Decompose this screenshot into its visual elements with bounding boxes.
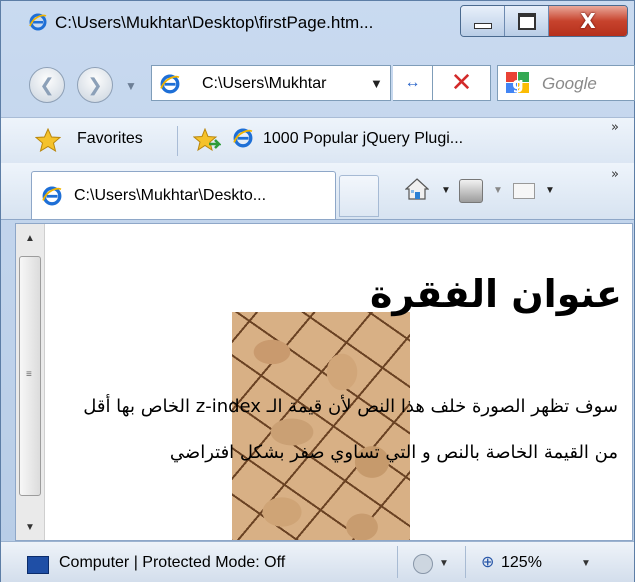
tab-active[interactable]: C:\Users\Mukhtar\Deskto... — [31, 171, 336, 219]
page-content: عنوان الفقرة سوف تظهر الصورة خلف هذا الن… — [46, 224, 632, 540]
svg-text:g: g — [512, 74, 523, 93]
forward-button[interactable]: ❯ — [77, 67, 113, 103]
home-icon[interactable] — [405, 177, 429, 201]
mail-dropdown-icon[interactable]: ▼ — [545, 185, 555, 196]
favorite-link[interactable]: 1000 Popular jQuery Plugi... — [263, 130, 463, 148]
refresh-button[interactable]: ↔ — [393, 65, 433, 101]
stop-button[interactable]: ✕ — [433, 65, 491, 101]
ie-icon — [42, 186, 62, 206]
close-icon: X — [580, 9, 596, 33]
security-icon[interactable] — [413, 554, 433, 574]
favorites-star-icon[interactable] — [35, 128, 61, 152]
rss-feed-icon[interactable] — [459, 179, 483, 203]
grip-icon: ≡ — [26, 369, 32, 380]
google-icon: g — [506, 72, 529, 93]
forward-arrow-icon: ❯ — [87, 74, 103, 95]
ie-icon — [29, 13, 47, 31]
scroll-up-icon[interactable]: ▲ — [16, 224, 44, 252]
more-chevron-icon[interactable]: » — [611, 120, 619, 135]
maximize-icon — [517, 12, 536, 30]
favorites-bar: Favorites 1000 Popular jQuery Plugi... » — [1, 117, 634, 164]
ie-icon — [160, 74, 180, 94]
toolbar-divider — [177, 126, 178, 156]
minimize-button[interactable] — [461, 6, 505, 36]
back-arrow-icon: ❮ — [39, 74, 55, 95]
security-dropdown-icon[interactable]: ▼ — [439, 558, 449, 569]
mail-icon[interactable] — [513, 183, 535, 199]
zoom-dropdown-icon[interactable]: ▼ — [581, 558, 591, 569]
browser-window: C:\Users\Mukhtar\Desktop\firstPage.htm..… — [0, 0, 635, 582]
status-bar: Computer | Protected Mode: Off ▼ ⊕ 125% … — [1, 541, 634, 582]
window-title: C:\Users\Mukhtar\Desktop\firstPage.htm..… — [55, 13, 374, 32]
feed-dropdown-icon[interactable]: ▼ — [493, 185, 503, 196]
paragraph-text: سوف تظهر الصورة خلف هذا النص لأن قيمة ال… — [83, 396, 618, 463]
scroll-down-icon[interactable]: ▼ — [16, 514, 44, 540]
refresh-icon: ↔ — [404, 74, 421, 91]
title-bar[interactable]: C:\Users\Mukhtar\Desktop\firstPage.htm..… — [1, 1, 634, 47]
search-input[interactable]: Google — [542, 74, 597, 94]
minimize-icon — [473, 23, 492, 29]
stop-icon: ✕ — [450, 68, 473, 98]
back-button[interactable]: ❮ — [29, 67, 65, 103]
security-zone-text[interactable]: Computer | Protected Mode: Off — [59, 554, 285, 572]
add-to-favorites-icon[interactable] — [193, 128, 221, 152]
favorites-button[interactable]: Favorites — [77, 130, 143, 148]
scroll-thumb[interactable]: ≡ — [19, 256, 41, 496]
close-button[interactable]: X — [549, 6, 627, 36]
paragraph-heading: عنوان الفقرة — [369, 272, 622, 316]
recent-pages-dropdown[interactable]: ▼ — [125, 79, 137, 93]
more-tools-chevron-icon[interactable]: » — [611, 167, 619, 182]
home-dropdown-icon[interactable]: ▼ — [441, 185, 451, 196]
zoom-icon[interactable]: ⊕ — [481, 552, 494, 572]
maximize-button[interactable] — [505, 6, 549, 36]
address-dropdown-icon[interactable]: ▼ — [370, 76, 383, 91]
address-input[interactable]: C:\Users\Mukhtar — [202, 75, 352, 93]
ie-icon — [233, 128, 253, 148]
zoom-level[interactable]: 125% — [501, 554, 542, 572]
computer-icon — [27, 556, 49, 574]
tab-label: C:\Users\Mukhtar\Deskto... — [74, 187, 267, 204]
tab-bar: C:\Users\Mukhtar\Deskto... ▼ ▼ ▼ » — [1, 163, 634, 220]
status-divider — [397, 546, 398, 578]
caption-buttons: X — [460, 5, 628, 37]
search-box[interactable]: g Google — [497, 65, 635, 101]
address-bar[interactable]: C:\Users\Mukhtar ▼ — [151, 65, 391, 101]
page-viewport: ▲ ≡ ▼ عنوان الفقرة سوف تظهر الصورة خلف ه… — [15, 223, 633, 541]
new-tab-button[interactable] — [339, 175, 379, 217]
vertical-scrollbar[interactable]: ▲ ≡ ▼ — [16, 224, 45, 540]
status-divider — [465, 546, 466, 578]
navigation-bar: ❮ ❯ ▼ C:\Users\Mukhtar ▼ ↔ ✕ g Google — [1, 57, 635, 109]
